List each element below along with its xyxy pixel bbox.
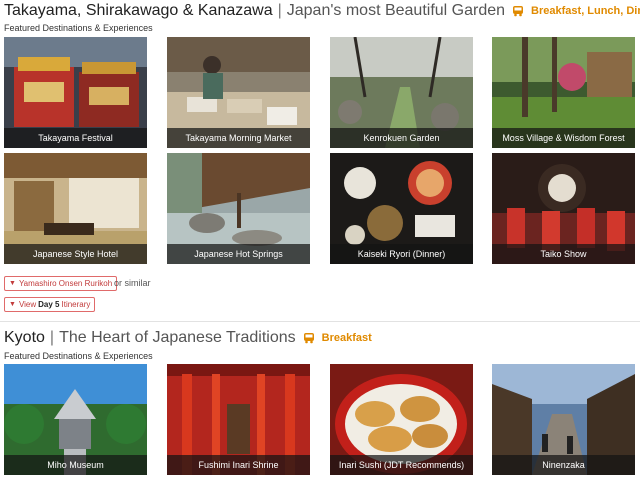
card-caption: Takayama Morning Market bbox=[167, 128, 310, 148]
section-title-row: Takayama, Shirakawago & Kanazawa | Japan… bbox=[4, 0, 640, 22]
title-separator: | bbox=[49, 329, 55, 346]
caret-down-icon: ▼ bbox=[9, 280, 16, 287]
meal-breakfast: Breakfast bbox=[531, 5, 582, 17]
card-japanese-hotel[interactable]: Japanese Style Hotel bbox=[4, 153, 147, 264]
meals-list: Breakfast, Lunch, Dinner bbox=[531, 5, 640, 17]
section-title: Kyoto bbox=[4, 329, 45, 346]
meals-list: Breakfast bbox=[322, 332, 372, 344]
section-title: Takayama, Shirakawago & Kanazawa bbox=[4, 2, 273, 19]
featured-label: Featured Destinations & Experiences bbox=[4, 351, 153, 361]
card-caption: Kenrokuen Garden bbox=[330, 128, 473, 148]
itinerary-suffix: Itinerary bbox=[61, 300, 91, 309]
card-hot-springs[interactable]: Japanese Hot Springs bbox=[167, 153, 310, 264]
itinerary-day: Day 5 bbox=[38, 300, 60, 309]
card-takayama-festival[interactable]: Takayama Festival bbox=[4, 37, 147, 148]
card-caption: Japanese Style Hotel bbox=[4, 244, 147, 264]
caret-down-icon: ▼ bbox=[9, 301, 16, 308]
section-title-row: Kyoto | The Heart of Japanese Traditions… bbox=[4, 327, 372, 349]
card-caption: Kaiseki Ryori (Dinner) bbox=[330, 244, 473, 264]
meal-lunch: Lunch bbox=[587, 5, 621, 17]
featured-label: Featured Destinations & Experiences bbox=[4, 23, 153, 33]
section-subtitle: Japan's most Beautiful Garden bbox=[286, 2, 506, 19]
card-miho-museum[interactable]: Miho Museum bbox=[4, 364, 147, 475]
card-caption: Japanese Hot Springs bbox=[167, 244, 310, 264]
bus-icon bbox=[303, 333, 314, 344]
itinerary-prefix: View bbox=[18, 300, 37, 309]
card-caption: Miho Museum bbox=[4, 455, 147, 475]
card-ninenzaka[interactable]: Ninenzaka bbox=[492, 364, 635, 475]
card-fushimi-inari[interactable]: Fushimi Inari Shrine bbox=[167, 364, 310, 475]
hotel-name: Yamashiro Onsen Rurikoh bbox=[18, 279, 113, 288]
hotel-option-button[interactable]: ▼ Yamashiro Onsen Rurikoh bbox=[4, 276, 118, 291]
section-divider bbox=[0, 321, 640, 322]
card-caption: Inari Sushi (JDT Recommends) bbox=[330, 455, 473, 475]
card-caption: Taiko Show bbox=[492, 244, 635, 264]
card-caption: Moss Village & Wisdom Forest bbox=[492, 128, 635, 148]
card-inari-sushi[interactable]: Inari Sushi (JDT Recommends) bbox=[330, 364, 473, 475]
card-kenrokuen[interactable]: Kenrokuen Garden bbox=[330, 37, 473, 148]
meal-separator: , bbox=[620, 5, 624, 17]
meal-breakfast: Breakfast bbox=[321, 332, 372, 344]
meal-dinner: Dinner bbox=[626, 5, 640, 17]
or-similar-text: or similar bbox=[114, 278, 151, 288]
card-caption: Ninenzaka bbox=[492, 455, 635, 475]
card-caption: Takayama Festival bbox=[4, 128, 147, 148]
card-morning-market[interactable]: Takayama Morning Market bbox=[167, 37, 310, 148]
bus-icon bbox=[513, 6, 524, 17]
title-separator: | bbox=[277, 2, 282, 19]
meal-separator: , bbox=[581, 5, 585, 17]
card-moss-village[interactable]: Moss Village & Wisdom Forest bbox=[492, 37, 635, 148]
section-subtitle: The Heart of Japanese Traditions bbox=[59, 329, 296, 346]
card-taiko[interactable]: Taiko Show bbox=[492, 153, 635, 264]
card-caption: Fushimi Inari Shrine bbox=[167, 455, 310, 475]
view-itinerary-button[interactable]: ▼ View Day 5 Itinerary bbox=[4, 297, 96, 312]
card-kaiseki[interactable]: Kaiseki Ryori (Dinner) bbox=[330, 153, 473, 264]
